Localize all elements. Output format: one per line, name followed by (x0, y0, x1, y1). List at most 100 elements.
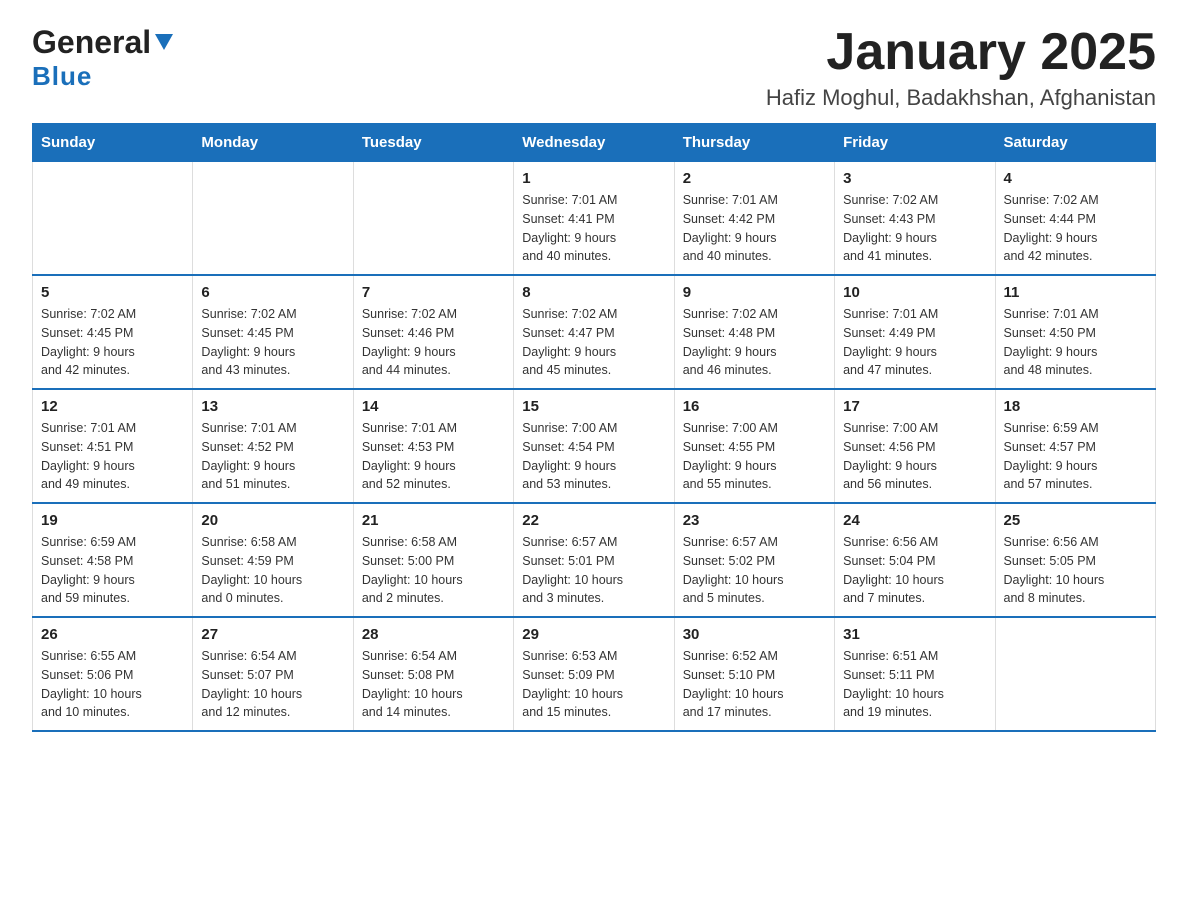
day-number: 2 (683, 170, 826, 187)
table-row: 17Sunrise: 7:00 AMSunset: 4:56 PMDayligh… (835, 389, 995, 503)
table-row: 2Sunrise: 7:01 AMSunset: 4:42 PMDaylight… (674, 162, 834, 276)
table-row (995, 617, 1155, 731)
day-info: Sunrise: 7:01 AMSunset: 4:51 PMDaylight:… (41, 419, 184, 494)
col-monday: Monday (193, 124, 353, 162)
table-row: 7 Sunrise: 7:02 AMSunset: 4:46 PMDaylight… (353, 275, 513, 389)
day-info: Sunrise: 7:00 AMSunset: 4:54 PMDaylight:… (522, 419, 665, 494)
day-number: 9 (683, 284, 826, 301)
day-number: 4 (1004, 170, 1147, 187)
calendar-header-row: Sunday Monday Tuesday Wednesday Thursday… (33, 124, 1156, 162)
day-info: Sunrise: 6:55 AMSunset: 5:06 PMDaylight:… (41, 647, 184, 722)
table-row: 6 Sunrise: 7:02 AMSunset: 4:45 PMDaylight… (193, 275, 353, 389)
day-number: 19 (41, 512, 184, 529)
day-number: 1 (522, 170, 665, 187)
day-number: 11 (1004, 284, 1147, 301)
calendar-week-row: 1 Sunrise: 7:01 AMSunset: 4:41 PMDaylight… (33, 162, 1156, 276)
day-info: Sunrise: 6:51 AMSunset: 5:11 PMDaylight:… (843, 647, 986, 722)
day-number: 29 (522, 626, 665, 643)
day-number: 30 (683, 626, 826, 643)
day-number: 23 (683, 512, 826, 529)
table-row: 3Sunrise: 7:02 AMSunset: 4:43 PMDaylight… (835, 162, 995, 276)
table-row: 24 Sunrise: 6:56 AMSunset: 5:04 PMDayligh… (835, 503, 995, 617)
table-row: 25 Sunrise: 6:56 AMSunset: 5:05 PMDayligh… (995, 503, 1155, 617)
day-info: Sunrise: 7:02 AMSunset: 4:48 PMDaylight:… (683, 305, 826, 380)
day-info: Sunrise: 6:54 AMSunset: 5:07 PMDaylight:… (201, 647, 344, 722)
day-info: Sunrise: 7:02 AMSunset: 4:44 PMDaylight:… (1004, 191, 1147, 266)
table-row: 13 Sunrise: 7:01 AMSunset: 4:52 PMDayligh… (193, 389, 353, 503)
table-row: 14Sunrise: 7:01 AMSunset: 4:53 PMDayligh… (353, 389, 513, 503)
title-area: January 2025 Hafiz Moghul, Badakhshan, A… (766, 24, 1156, 111)
day-info: Sunrise: 7:02 AMSunset: 4:45 PMDaylight:… (41, 305, 184, 380)
day-info: Sunrise: 6:57 AMSunset: 5:01 PMDaylight:… (522, 533, 665, 608)
day-info: Sunrise: 6:59 AMSunset: 4:58 PMDaylight:… (41, 533, 184, 608)
calendar-week-row: 12 Sunrise: 7:01 AMSunset: 4:51 PMDayligh… (33, 389, 1156, 503)
table-row: 20Sunrise: 6:58 AMSunset: 4:59 PMDayligh… (193, 503, 353, 617)
day-number: 18 (1004, 398, 1147, 415)
table-row (353, 162, 513, 276)
day-number: 5 (41, 284, 184, 301)
page-subtitle: Hafiz Moghul, Badakhshan, Afghanistan (766, 85, 1156, 111)
day-number: 16 (683, 398, 826, 415)
day-info: Sunrise: 7:02 AMSunset: 4:46 PMDaylight:… (362, 305, 505, 380)
day-info: Sunrise: 6:54 AMSunset: 5:08 PMDaylight:… (362, 647, 505, 722)
table-row: 15 Sunrise: 7:00 AMSunset: 4:54 PMDayligh… (514, 389, 674, 503)
day-number: 15 (522, 398, 665, 415)
col-wednesday: Wednesday (514, 124, 674, 162)
day-info: Sunrise: 7:02 AMSunset: 4:45 PMDaylight:… (201, 305, 344, 380)
day-number: 8 (522, 284, 665, 301)
day-info: Sunrise: 6:53 AMSunset: 5:09 PMDaylight:… (522, 647, 665, 722)
table-row: 30 Sunrise: 6:52 AMSunset: 5:10 PMDayligh… (674, 617, 834, 731)
table-row: 1 Sunrise: 7:01 AMSunset: 4:41 PMDaylight… (514, 162, 674, 276)
calendar-week-row: 19 Sunrise: 6:59 AMSunset: 4:58 PMDayligh… (33, 503, 1156, 617)
table-row: 28 Sunrise: 6:54 AMSunset: 5:08 PMDayligh… (353, 617, 513, 731)
table-row: 29 Sunrise: 6:53 AMSunset: 5:09 PMDayligh… (514, 617, 674, 731)
day-info: Sunrise: 6:57 AMSunset: 5:02 PMDaylight:… (683, 533, 826, 608)
day-info: Sunrise: 7:01 AMSunset: 4:41 PMDaylight:… (522, 191, 665, 266)
table-row: 10 Sunrise: 7:01 AMSunset: 4:49 PMDayligh… (835, 275, 995, 389)
day-number: 10 (843, 284, 986, 301)
day-info: Sunrise: 6:52 AMSunset: 5:10 PMDaylight:… (683, 647, 826, 722)
table-row: 16 Sunrise: 7:00 AMSunset: 4:55 PMDayligh… (674, 389, 834, 503)
calendar-week-row: 26 Sunrise: 6:55 AMSunset: 5:06 PMDayligh… (33, 617, 1156, 731)
day-info: Sunrise: 6:56 AMSunset: 5:05 PMDaylight:… (1004, 533, 1147, 608)
logo: General Blue (32, 24, 175, 92)
table-row: 26 Sunrise: 6:55 AMSunset: 5:06 PMDayligh… (33, 617, 193, 731)
day-number: 7 (362, 284, 505, 301)
day-number: 27 (201, 626, 344, 643)
day-info: Sunrise: 7:01 AMSunset: 4:52 PMDaylight:… (201, 419, 344, 494)
day-info: Sunrise: 7:01 AMSunset: 4:49 PMDaylight:… (843, 305, 986, 380)
day-info: Sunrise: 7:00 AMSunset: 4:55 PMDaylight:… (683, 419, 826, 494)
page-header: General Blue January 2025 Hafiz Moghul, … (32, 24, 1156, 111)
col-friday: Friday (835, 124, 995, 162)
day-number: 13 (201, 398, 344, 415)
col-thursday: Thursday (674, 124, 834, 162)
day-info: Sunrise: 6:58 AMSunset: 4:59 PMDaylight:… (201, 533, 344, 608)
day-info: Sunrise: 6:56 AMSunset: 5:04 PMDaylight:… (843, 533, 986, 608)
logo-triangle-icon (153, 30, 175, 52)
day-number: 21 (362, 512, 505, 529)
day-number: 24 (843, 512, 986, 529)
day-number: 6 (201, 284, 344, 301)
day-number: 28 (362, 626, 505, 643)
calendar-week-row: 5 Sunrise: 7:02 AMSunset: 4:45 PMDaylight… (33, 275, 1156, 389)
table-row: 11 Sunrise: 7:01 AMSunset: 4:50 PMDayligh… (995, 275, 1155, 389)
day-info: Sunrise: 6:59 AMSunset: 4:57 PMDaylight:… (1004, 419, 1147, 494)
page-title: January 2025 (766, 24, 1156, 81)
table-row: 12 Sunrise: 7:01 AMSunset: 4:51 PMDayligh… (33, 389, 193, 503)
table-row: 31 Sunrise: 6:51 AMSunset: 5:11 PMDayligh… (835, 617, 995, 731)
table-row: 21Sunrise: 6:58 AMSunset: 5:00 PMDayligh… (353, 503, 513, 617)
day-number: 26 (41, 626, 184, 643)
day-number: 12 (41, 398, 184, 415)
table-row: 4 Sunrise: 7:02 AMSunset: 4:44 PMDaylight… (995, 162, 1155, 276)
table-row: 9 Sunrise: 7:02 AMSunset: 4:48 PMDaylight… (674, 275, 834, 389)
day-number: 25 (1004, 512, 1147, 529)
table-row: 5 Sunrise: 7:02 AMSunset: 4:45 PMDaylight… (33, 275, 193, 389)
day-info: Sunrise: 7:01 AMSunset: 4:50 PMDaylight:… (1004, 305, 1147, 380)
table-row (193, 162, 353, 276)
day-number: 3 (843, 170, 986, 187)
logo-blue: Blue (32, 61, 92, 91)
table-row: 22 Sunrise: 6:57 AMSunset: 5:01 PMDayligh… (514, 503, 674, 617)
day-number: 31 (843, 626, 986, 643)
day-number: 14 (362, 398, 505, 415)
day-number: 22 (522, 512, 665, 529)
